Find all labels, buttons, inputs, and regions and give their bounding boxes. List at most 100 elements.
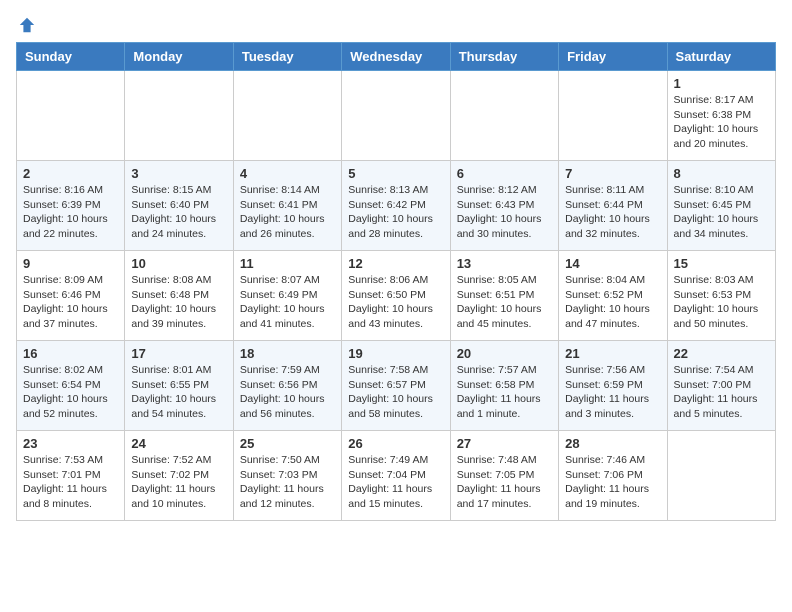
calendar-cell: 13 Sunrise: 8:05 AM Sunset: 6:51 PM Dayli… <box>450 251 558 341</box>
calendar-cell: 5 Sunrise: 8:13 AM Sunset: 6:42 PM Daylig… <box>342 161 450 251</box>
day-number: 14 <box>565 256 660 271</box>
day-number: 15 <box>674 256 769 271</box>
calendar-cell: 20 Sunrise: 7:57 AM Sunset: 6:58 PM Dayli… <box>450 341 558 431</box>
day-number: 18 <box>240 346 335 361</box>
calendar-cell <box>450 71 558 161</box>
day-info: Sunrise: 7:53 AM Sunset: 7:01 PM Dayligh… <box>23 453 118 512</box>
column-header-sunday: Sunday <box>17 43 125 71</box>
day-number: 21 <box>565 346 660 361</box>
calendar-cell: 27Sunrise: 7:48 AM Sunset: 7:05 PM Dayli… <box>450 431 558 521</box>
calendar-cell: 2 Sunrise: 8:16 AM Sunset: 6:39 PM Daylig… <box>17 161 125 251</box>
calendar-cell <box>559 71 667 161</box>
logo-icon <box>18 16 36 34</box>
day-info: Sunrise: 8:12 AM Sunset: 6:43 PM Dayligh… <box>457 183 552 242</box>
day-info: Sunrise: 8:14 AM Sunset: 6:41 PM Dayligh… <box>240 183 335 242</box>
calendar-cell <box>233 71 341 161</box>
calendar-cell: 11 Sunrise: 8:07 AM Sunset: 6:49 PM Dayli… <box>233 251 341 341</box>
day-info: Sunrise: 7:54 AM Sunset: 7:00 PM Dayligh… <box>674 363 769 422</box>
calendar-table: SundayMondayTuesdayWednesdayThursdayFrid… <box>16 42 776 521</box>
day-number: 3 <box>131 166 226 181</box>
calendar-cell: 10 Sunrise: 8:08 AM Sunset: 6:48 PM Dayli… <box>125 251 233 341</box>
day-info: Sunrise: 8:06 AM Sunset: 6:50 PM Dayligh… <box>348 273 443 332</box>
day-info: Sunrise: 8:05 AM Sunset: 6:51 PM Dayligh… <box>457 273 552 332</box>
calendar-cell: 18 Sunrise: 7:59 AM Sunset: 6:56 PM Dayli… <box>233 341 341 431</box>
day-number: 10 <box>131 256 226 271</box>
day-info: Sunrise: 8:09 AM Sunset: 6:46 PM Dayligh… <box>23 273 118 332</box>
calendar-cell: 15 Sunrise: 8:03 AM Sunset: 6:53 PM Dayli… <box>667 251 775 341</box>
day-number: 17 <box>131 346 226 361</box>
day-info: Sunrise: 8:15 AM Sunset: 6:40 PM Dayligh… <box>131 183 226 242</box>
day-info: Sunrise: 7:49 AM Sunset: 7:04 PM Dayligh… <box>348 453 443 512</box>
day-info: Sunrise: 8:08 AM Sunset: 6:48 PM Dayligh… <box>131 273 226 332</box>
column-header-thursday: Thursday <box>450 43 558 71</box>
calendar-week-row: 9 Sunrise: 8:09 AM Sunset: 6:46 PM Daylig… <box>17 251 776 341</box>
calendar-cell: 17 Sunrise: 8:01 AM Sunset: 6:55 PM Dayli… <box>125 341 233 431</box>
day-number: 8 <box>674 166 769 181</box>
day-number: 20 <box>457 346 552 361</box>
day-info: Sunrise: 7:50 AM Sunset: 7:03 PM Dayligh… <box>240 453 335 512</box>
column-header-friday: Friday <box>559 43 667 71</box>
calendar-cell: 1 Sunrise: 8:17 AM Sunset: 6:38 PM Daylig… <box>667 71 775 161</box>
day-number: 24 <box>131 436 226 451</box>
day-info: Sunrise: 8:13 AM Sunset: 6:42 PM Dayligh… <box>348 183 443 242</box>
day-number: 4 <box>240 166 335 181</box>
day-number: 28 <box>565 436 660 451</box>
calendar-cell <box>125 71 233 161</box>
day-info: Sunrise: 8:07 AM Sunset: 6:49 PM Dayligh… <box>240 273 335 332</box>
calendar-cell: 21 Sunrise: 7:56 AM Sunset: 6:59 PM Dayli… <box>559 341 667 431</box>
calendar-cell <box>342 71 450 161</box>
calendar-cell: 25 Sunrise: 7:50 AM Sunset: 7:03 PM Dayli… <box>233 431 341 521</box>
calendar-cell: 24 Sunrise: 7:52 AM Sunset: 7:02 PM Dayli… <box>125 431 233 521</box>
calendar-cell: 6Sunrise: 8:12 AM Sunset: 6:43 PM Daylig… <box>450 161 558 251</box>
day-info: Sunrise: 8:16 AM Sunset: 6:39 PM Dayligh… <box>23 183 118 242</box>
calendar-cell <box>667 431 775 521</box>
calendar-week-row: 2 Sunrise: 8:16 AM Sunset: 6:39 PM Daylig… <box>17 161 776 251</box>
calendar-cell: 8 Sunrise: 8:10 AM Sunset: 6:45 PM Daylig… <box>667 161 775 251</box>
day-info: Sunrise: 8:17 AM Sunset: 6:38 PM Dayligh… <box>674 93 769 152</box>
calendar-cell: 28 Sunrise: 7:46 AM Sunset: 7:06 PM Dayli… <box>559 431 667 521</box>
day-number: 13 <box>457 256 552 271</box>
calendar-cell: 9 Sunrise: 8:09 AM Sunset: 6:46 PM Daylig… <box>17 251 125 341</box>
calendar-week-row: 1 Sunrise: 8:17 AM Sunset: 6:38 PM Daylig… <box>17 71 776 161</box>
day-info: Sunrise: 8:03 AM Sunset: 6:53 PM Dayligh… <box>674 273 769 332</box>
day-number: 1 <box>674 76 769 91</box>
column-header-wednesday: Wednesday <box>342 43 450 71</box>
calendar-cell: 23 Sunrise: 7:53 AM Sunset: 7:01 PM Dayli… <box>17 431 125 521</box>
calendar-week-row: 23 Sunrise: 7:53 AM Sunset: 7:01 PM Dayli… <box>17 431 776 521</box>
calendar-cell: 14 Sunrise: 8:04 AM Sunset: 6:52 PM Dayli… <box>559 251 667 341</box>
column-header-saturday: Saturday <box>667 43 775 71</box>
day-info: Sunrise: 8:04 AM Sunset: 6:52 PM Dayligh… <box>565 273 660 332</box>
day-number: 7 <box>565 166 660 181</box>
calendar-cell: 7Sunrise: 8:11 AM Sunset: 6:44 PM Daylig… <box>559 161 667 251</box>
calendar-cell: 3 Sunrise: 8:15 AM Sunset: 6:40 PM Daylig… <box>125 161 233 251</box>
day-info: Sunrise: 7:57 AM Sunset: 6:58 PM Dayligh… <box>457 363 552 422</box>
day-info: Sunrise: 8:01 AM Sunset: 6:55 PM Dayligh… <box>131 363 226 422</box>
calendar-cell: 26 Sunrise: 7:49 AM Sunset: 7:04 PM Dayli… <box>342 431 450 521</box>
day-number: 25 <box>240 436 335 451</box>
day-number: 26 <box>348 436 443 451</box>
day-info: Sunrise: 7:56 AM Sunset: 6:59 PM Dayligh… <box>565 363 660 422</box>
day-info: Sunrise: 8:02 AM Sunset: 6:54 PM Dayligh… <box>23 363 118 422</box>
day-number: 9 <box>23 256 118 271</box>
day-info: Sunrise: 7:46 AM Sunset: 7:06 PM Dayligh… <box>565 453 660 512</box>
calendar-week-row: 16Sunrise: 8:02 AM Sunset: 6:54 PM Dayli… <box>17 341 776 431</box>
day-number: 5 <box>348 166 443 181</box>
calendar-header-row: SundayMondayTuesdayWednesdayThursdayFrid… <box>17 43 776 71</box>
calendar-cell: 19Sunrise: 7:58 AM Sunset: 6:57 PM Dayli… <box>342 341 450 431</box>
calendar-cell: 4 Sunrise: 8:14 AM Sunset: 6:41 PM Daylig… <box>233 161 341 251</box>
calendar-cell: 12Sunrise: 8:06 AM Sunset: 6:50 PM Dayli… <box>342 251 450 341</box>
day-info: Sunrise: 7:52 AM Sunset: 7:02 PM Dayligh… <box>131 453 226 512</box>
calendar-cell: 16Sunrise: 8:02 AM Sunset: 6:54 PM Dayli… <box>17 341 125 431</box>
day-number: 22 <box>674 346 769 361</box>
page-header <box>16 16 776 34</box>
calendar-cell <box>17 71 125 161</box>
day-number: 19 <box>348 346 443 361</box>
column-header-tuesday: Tuesday <box>233 43 341 71</box>
day-number: 2 <box>23 166 118 181</box>
day-number: 23 <box>23 436 118 451</box>
day-info: Sunrise: 8:10 AM Sunset: 6:45 PM Dayligh… <box>674 183 769 242</box>
day-number: 27 <box>457 436 552 451</box>
day-number: 11 <box>240 256 335 271</box>
calendar-cell: 22 Sunrise: 7:54 AM Sunset: 7:00 PM Dayli… <box>667 341 775 431</box>
day-info: Sunrise: 7:59 AM Sunset: 6:56 PM Dayligh… <box>240 363 335 422</box>
